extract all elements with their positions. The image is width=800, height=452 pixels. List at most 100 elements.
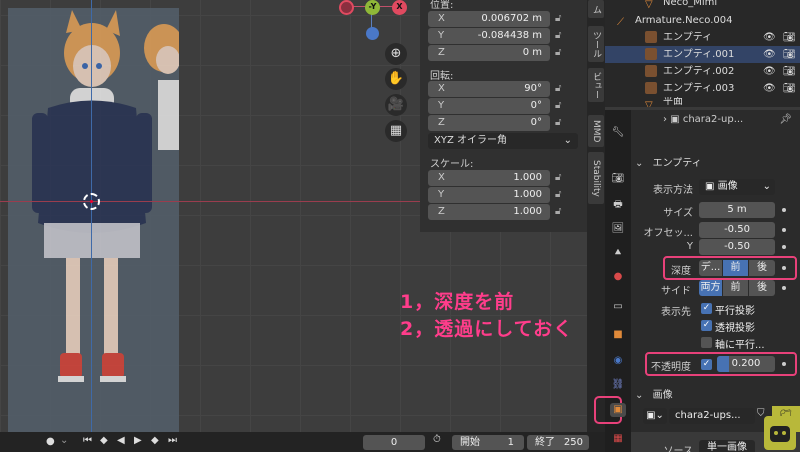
outliner-row[interactable]: ▽ Neco_Mimi [605, 0, 800, 11]
tab-item[interactable]: ム [588, 0, 604, 18]
keyframe-dot[interactable] [782, 208, 786, 212]
jump-end-icon[interactable]: ⏭ [168, 435, 177, 446]
keyframe-dot[interactable] [782, 228, 786, 232]
play-icon[interactable]: ▶ [134, 435, 142, 446]
play-reverse-icon[interactable]: ◀ [117, 435, 125, 446]
depth-back-button[interactable]: 後 [749, 260, 775, 276]
location-x-field[interactable]: X 0.006702 m [428, 11, 550, 27]
end-frame-field[interactable]: 終了 250 [527, 435, 589, 450]
lock-icon[interactable]: 🔓︎ [555, 47, 565, 59]
eye-icon[interactable]: 👁︎ [763, 63, 776, 80]
lock-icon[interactable]: 🔓︎ [555, 100, 565, 112]
rotation-z-field[interactable]: Z 0° [428, 115, 550, 131]
axis-aligned-checkbox[interactable] [701, 337, 712, 348]
pan-hand-icon[interactable]: ✋ [385, 68, 407, 90]
side-both-button[interactable]: 両方 [699, 280, 722, 296]
jump-start-icon[interactable]: ⏮ [83, 435, 92, 446]
opacity-checkbox[interactable]: ✓ [701, 359, 712, 370]
eye-icon[interactable]: 👁︎ [763, 29, 776, 46]
persp-checkbox[interactable]: ✓ [701, 320, 712, 331]
depth-front-button[interactable]: 前 [723, 260, 748, 276]
scale-x-field[interactable]: X 1.000 [428, 170, 550, 186]
reference-image-empty[interactable] [8, 8, 179, 432]
grid-ortho-icon[interactable]: ▦ [385, 120, 407, 142]
chevron-down-icon[interactable]: ⌄ [60, 435, 68, 446]
outliner-row[interactable]: ⟋ Armature.Neco.004 [605, 12, 800, 29]
source-select[interactable]: 単一画像 [699, 440, 755, 452]
keyframe-dot[interactable] [782, 245, 786, 249]
section-empty-header[interactable]: ⌄ エンプティ [635, 154, 795, 169]
render-icon[interactable]: 📷︎ [610, 172, 626, 186]
zoom-icon[interactable]: ⊕ [385, 43, 407, 65]
current-frame-field[interactable]: 0 [363, 435, 425, 450]
rotation-mode-select[interactable]: XYZ オイラー角 ⌄ [428, 133, 578, 149]
tab-view[interactable]: ビュー [588, 68, 604, 102]
scale-y-field[interactable]: Y 1.000 [428, 187, 550, 203]
outliner-row[interactable]: エンプティ.003 👁︎ 📷︎ [605, 80, 800, 97]
lock-icon[interactable]: 🔓︎ [555, 30, 565, 42]
scene-icon[interactable]: 🔺︎ [610, 246, 626, 260]
display-type-select[interactable]: ▣ 画像 ⌄ [699, 179, 775, 195]
navigation-gizmo[interactable]: -Y X [338, 0, 410, 40]
size-field[interactable]: 5 m [699, 202, 775, 218]
gizmo-neg-y-ball[interactable]: -Y [365, 0, 380, 15]
object-icon[interactable]: ■ [610, 328, 626, 342]
lock-icon[interactable]: 🔓︎ [555, 206, 565, 218]
gizmo-neg-x-ball[interactable] [339, 0, 354, 15]
pin-icon[interactable]: 📌︎ [779, 114, 792, 125]
side-front-button[interactable]: 前 [723, 280, 748, 296]
gizmo-x-ball[interactable]: X [392, 0, 407, 15]
eye-icon[interactable]: 👁︎ [763, 46, 776, 63]
prev-keyframe-icon[interactable]: ◆ [100, 435, 108, 446]
scale-z-field[interactable]: Z 1.000 [428, 204, 550, 220]
texture-icon[interactable]: ▦ [610, 432, 626, 446]
world-icon[interactable]: ● [610, 270, 626, 284]
3d-cursor[interactable] [83, 193, 100, 210]
outliner-row[interactable]: ▽ 平面 [605, 97, 800, 107]
lock-icon[interactable]: 🔓︎ [555, 13, 565, 25]
outliner[interactable]: ▽ Neco_Mimi ⟋ Armature.Neco.004 エンプティ 👁︎ 📷︎ … [605, 0, 800, 107]
collection-icon[interactable]: ▭ [610, 300, 626, 314]
record-icon[interactable]: ● [46, 436, 55, 447]
outliner-row[interactable]: エンプティ.001 👁︎ 📷︎ [605, 46, 800, 63]
image-data-icon[interactable]: ▣ [610, 403, 626, 417]
lock-icon[interactable]: 🔓︎ [555, 189, 565, 201]
clock-icon[interactable]: ⏱ [433, 434, 441, 445]
image-name-field[interactable]: chara2-ups... [669, 408, 755, 424]
lock-icon[interactable]: 🔓︎ [555, 83, 565, 95]
tab-stability[interactable]: Stability [588, 152, 604, 204]
next-keyframe-icon[interactable]: ◆ [151, 435, 159, 446]
rotation-y-field[interactable]: Y 0° [428, 98, 550, 114]
side-back-button[interactable]: 後 [749, 280, 775, 296]
camera-icon[interactable]: 📷︎ [783, 80, 796, 97]
camera-icon[interactable]: 📷︎ [783, 63, 796, 80]
ortho-checkbox[interactable]: ✓ [701, 303, 712, 314]
physics-icon[interactable]: ◉ [610, 354, 626, 368]
location-z-field[interactable]: Z 0 m [428, 45, 550, 61]
image-browse-button[interactable]: ▣⌄ [643, 408, 667, 424]
offset-y-field[interactable]: -0.50 [699, 239, 775, 255]
tool-icon[interactable]: 🔧︎ [610, 126, 626, 140]
keyframe-dot[interactable] [782, 286, 786, 290]
gizmo-z-ball[interactable] [366, 27, 379, 40]
camera-icon[interactable]: 📷︎ [783, 29, 796, 46]
depth-default-button[interactable]: デ... [699, 260, 722, 276]
offset-x-field[interactable]: -0.50 [699, 222, 775, 238]
tab-mmd[interactable]: MMD [588, 115, 604, 147]
keyframe-dot[interactable] [782, 266, 786, 270]
eye-icon[interactable]: 👁︎ [763, 80, 776, 97]
view-layer-icon[interactable]: 🖼︎ [610, 222, 626, 236]
opacity-slider[interactable]: 0.200 [717, 356, 775, 372]
lock-icon[interactable]: 🔓︎ [555, 117, 565, 129]
camera-view-icon[interactable]: 🎥 [385, 94, 407, 116]
location-y-field[interactable]: Y -0.084438 m [428, 28, 550, 44]
outliner-row[interactable]: エンプティ 👁︎ 📷︎ [605, 29, 800, 46]
constraints-icon[interactable]: ⛓ [610, 378, 626, 392]
rotation-x-field[interactable]: X 90° [428, 81, 550, 97]
tab-tool[interactable]: ツール [588, 26, 604, 62]
keyframe-dot[interactable] [782, 362, 786, 366]
lock-icon[interactable]: 🔓︎ [555, 172, 565, 184]
outliner-row[interactable]: エンプティ.002 👁︎ 📷︎ [605, 63, 800, 80]
start-frame-field[interactable]: 開始 1 [452, 435, 524, 450]
section-image-header[interactable]: ⌄ 画像 [635, 386, 795, 401]
